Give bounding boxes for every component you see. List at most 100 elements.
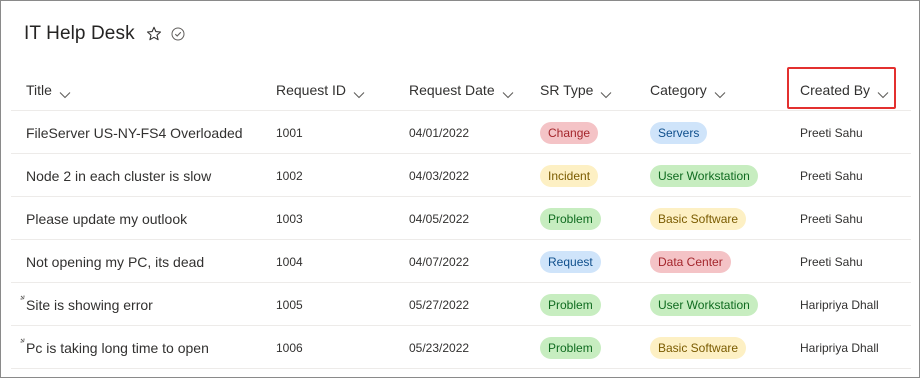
table-row[interactable]: Please update my outlook 1003 04/05/2022 Pr… (11, 197, 911, 240)
cell-title[interactable]: Site is showing error (26, 297, 153, 313)
table-row[interactable]: FileServer US-NY-FS4 Overloaded 1001 04/01… (11, 111, 911, 154)
table-cell: 1003 (261, 197, 303, 240)
column-header-label: Category (650, 81, 707, 98)
cell-request-id: 1003 (276, 211, 303, 226)
chevron-down-icon[interactable] (600, 86, 612, 98)
cell-request-id: 1001 (276, 125, 303, 140)
table-cell: Node 2 in each cluster is slow (11, 154, 211, 197)
cell-created-by: Preeti Sahu (800, 254, 863, 269)
column-header-category[interactable]: Category (635, 68, 726, 111)
table-cell: Basic Software (635, 326, 747, 369)
cell-created-by: Haripriya Dhall (800, 340, 879, 355)
created-by-highlight-box (787, 67, 896, 109)
cell-created-by: Haripriya Dhall (800, 297, 879, 312)
cell-created-by: Preeti Sahu (800, 168, 863, 183)
table-cell: FileServer US-NY-FS4 Overloaded (11, 111, 243, 154)
table-cell: Site is showing error (11, 283, 153, 326)
table-cell: Preeti Sahu (785, 240, 863, 283)
cell-request-id: 1005 (276, 297, 303, 312)
table-cell: Problem (525, 197, 601, 240)
table-cell: User Workstation (635, 283, 758, 326)
cell-request-date: 05/23/2022 (409, 340, 470, 355)
column-header-sr-type[interactable]: SR Type (525, 68, 612, 111)
cell-created-by: Preeti Sahu (800, 211, 863, 226)
table-row[interactable]: Site is showing error 1005 05/27/2022 Probl… (11, 283, 911, 326)
cell-request-id: 1006 (276, 340, 303, 355)
table-cell: User Workstation (635, 154, 758, 197)
table-cell: 04/07/2022 (394, 240, 469, 283)
table-cell: 1004 (261, 240, 303, 283)
table-cell: Preeti Sahu (785, 197, 863, 240)
table-cell: 1005 (261, 283, 303, 326)
category-badge: User Workstation (650, 164, 758, 187)
cell-request-date: 04/07/2022 (409, 254, 470, 269)
table-cell: Basic Software (635, 197, 747, 240)
chevron-down-icon[interactable] (502, 86, 514, 98)
sr-type-badge: Incident (540, 164, 599, 187)
sr-type-badge: Problem (540, 293, 601, 316)
category-badge: Servers (650, 121, 708, 144)
table-cell: 1006 (261, 326, 303, 369)
cell-title[interactable]: FileServer US-NY-FS4 Overloaded (26, 125, 243, 141)
table-cell: Preeti Sahu (785, 154, 863, 197)
table-cell: 05/23/2022 (394, 326, 469, 369)
column-header-row: Title Request ID Request Date SR Type Catego… (11, 68, 911, 111)
cell-request-date: 04/03/2022 (409, 168, 470, 183)
category-badge: Basic Software (650, 336, 747, 359)
sr-type-badge: Request (540, 250, 601, 273)
table-cell: Haripriya Dhall (785, 283, 879, 326)
column-header-label: Request ID (276, 81, 347, 98)
cell-title[interactable]: Node 2 in each cluster is slow (26, 168, 211, 184)
table-cell: Change (525, 111, 599, 154)
sr-type-badge: Problem (540, 207, 601, 230)
cell-title[interactable]: Not opening my PC, its dead (26, 254, 204, 270)
cell-request-id: 1004 (276, 254, 303, 269)
category-badge: Data Center (650, 250, 731, 273)
table-cell: Not opening my PC, its dead (11, 240, 204, 283)
cell-request-id: 1002 (276, 168, 303, 183)
column-header-label: Request Date (409, 81, 495, 98)
column-header-request-id[interactable]: Request ID (261, 68, 365, 111)
table-cell: Haripriya Dhall (785, 326, 879, 369)
table-cell: Problem (525, 326, 601, 369)
table-row[interactable]: Pc is taking long time to open 1006 05/23/… (11, 326, 911, 369)
table-cell: 04/01/2022 (394, 111, 469, 154)
chevron-down-icon[interactable] (353, 86, 365, 98)
follow-check-icon[interactable] (171, 27, 185, 41)
table-cell: 1002 (261, 154, 303, 197)
sr-type-badge: Change (540, 121, 599, 144)
cell-request-date: 04/01/2022 (409, 125, 470, 140)
cell-request-date: 04/05/2022 (409, 211, 470, 226)
table-cell: Pc is taking long time to open (11, 326, 209, 369)
favorite-star-icon[interactable] (146, 26, 162, 42)
table-cell: Please update my outlook (11, 197, 187, 240)
list-header: IT Help Desk (24, 21, 185, 47)
table-cell: Servers (635, 111, 708, 154)
table-cell: 1001 (261, 111, 303, 154)
table-cell: 04/03/2022 (394, 154, 469, 197)
column-header-request-date[interactable]: Request Date (394, 68, 514, 111)
table-cell: Data Center (635, 240, 731, 283)
column-header-title[interactable]: Title (11, 68, 71, 111)
cell-request-date: 05/27/2022 (409, 297, 470, 312)
list-title: IT Help Desk (24, 23, 135, 44)
table-row[interactable]: Node 2 in each cluster is slow 1002 04/03/… (11, 154, 911, 197)
column-header-label: SR Type (540, 81, 594, 98)
list-view: IT Help Desk Title Request ID Request Date… (0, 0, 920, 378)
cell-created-by: Preeti Sahu (800, 125, 863, 140)
cell-title[interactable]: Please update my outlook (26, 211, 187, 227)
column-header-label: Title (26, 81, 52, 98)
sr-type-badge: Problem (540, 336, 601, 359)
chevron-down-icon[interactable] (59, 86, 71, 98)
table-cell: Request (525, 240, 601, 283)
table-cell: Problem (525, 283, 601, 326)
table-cell: Preeti Sahu (785, 111, 863, 154)
category-badge: Basic Software (650, 207, 747, 230)
table-row[interactable]: Not opening my PC, its dead 1004 04/07/202… (11, 240, 911, 283)
table-cell: Incident (525, 154, 599, 197)
table-cell: 05/27/2022 (394, 283, 469, 326)
cell-title[interactable]: Pc is taking long time to open (26, 340, 209, 356)
chevron-down-icon[interactable] (714, 86, 726, 98)
category-badge: User Workstation (650, 293, 758, 316)
table-cell: 04/05/2022 (394, 197, 469, 240)
